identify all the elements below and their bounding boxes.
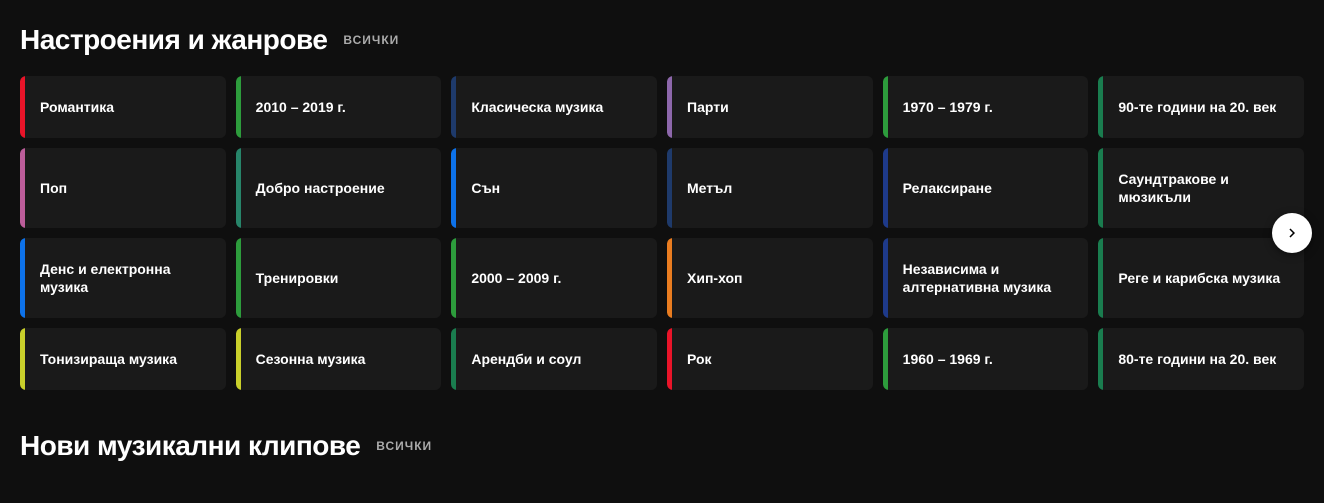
color-bar — [667, 76, 672, 138]
genre-card[interactable]: 80-те години на 20. век — [1098, 328, 1304, 390]
genre-card[interactable]: Класическа музика — [451, 76, 657, 138]
genre-card[interactable]: Тренировки — [236, 238, 442, 318]
color-bar — [236, 328, 241, 390]
genre-label: Класическа музика — [467, 98, 603, 116]
color-bar — [451, 238, 456, 318]
color-bar — [236, 148, 241, 228]
section-header: Настроения и жанрове ВСИЧКИ — [20, 24, 1304, 56]
color-bar — [451, 76, 456, 138]
color-bar — [451, 148, 456, 228]
genre-label: 2000 – 2009 г. — [467, 269, 561, 287]
color-bar — [20, 76, 25, 138]
genre-label: Хип-хоп — [683, 269, 743, 287]
color-bar — [883, 328, 888, 390]
genre-label: Тренировки — [252, 269, 339, 287]
color-bar — [1098, 328, 1103, 390]
bottom-all-link[interactable]: ВСИЧКИ — [376, 439, 432, 453]
genre-card[interactable]: 90-те години на 20. век — [1098, 76, 1304, 138]
bottom-section-title: Нови музикални клипове — [20, 430, 360, 462]
genre-card[interactable]: Сън — [451, 148, 657, 228]
genre-label: Метъл — [683, 179, 732, 197]
genre-label: 90-те години на 20. век — [1114, 98, 1276, 116]
genre-label: 80-те години на 20. век — [1114, 350, 1276, 368]
genre-card[interactable]: Релаксиране — [883, 148, 1089, 228]
section-title: Настроения и жанрове — [20, 24, 327, 56]
genre-card[interactable]: Денс и електронна музика — [20, 238, 226, 318]
color-bar — [20, 238, 25, 318]
color-bar — [667, 148, 672, 228]
genre-label: Независима и алтернативна музика — [899, 260, 1073, 296]
genre-label: Парти — [683, 98, 729, 116]
chevron-right-icon — [1283, 224, 1301, 242]
genre-label: Сезонна музика — [252, 350, 366, 368]
color-bar — [667, 238, 672, 318]
moods-genres-section: Настроения и жанрове ВСИЧКИ Романтика 20… — [0, 0, 1324, 406]
genre-card[interactable]: Независима и алтернативна музика — [883, 238, 1089, 318]
genre-card[interactable]: 1970 – 1979 г. — [883, 76, 1089, 138]
color-bar — [451, 328, 456, 390]
genre-label: Денс и електронна музика — [36, 260, 210, 296]
genre-label: Релаксиране — [899, 179, 992, 197]
genre-label: 1970 – 1979 г. — [899, 98, 993, 116]
color-bar — [883, 148, 888, 228]
genre-card[interactable]: Романтика — [20, 76, 226, 138]
genre-card[interactable]: Поп — [20, 148, 226, 228]
color-bar — [1098, 148, 1103, 228]
genre-label: Добро настроение — [252, 179, 385, 197]
color-bar — [883, 76, 888, 138]
genre-card[interactable]: Сезонна музика — [236, 328, 442, 390]
genre-card[interactable]: 1960 – 1969 г. — [883, 328, 1089, 390]
color-bar — [236, 76, 241, 138]
color-bar — [236, 238, 241, 318]
color-bar — [883, 238, 888, 318]
color-bar — [20, 148, 25, 228]
genre-label: Арендби и соул — [467, 350, 581, 368]
next-button[interactable] — [1272, 213, 1312, 253]
genre-label: Тонизираща музика — [36, 350, 177, 368]
genre-card[interactable]: Реге и карибска музика — [1098, 238, 1304, 318]
genre-label: 2010 – 2019 г. — [252, 98, 346, 116]
genre-label: Рок — [683, 350, 712, 368]
genre-card[interactable]: Саундтракове и мюзикъли — [1098, 148, 1304, 228]
genre-label: Сън — [467, 179, 500, 197]
genre-grid: Романтика 2010 – 2019 г. Класическа музи… — [20, 76, 1304, 390]
genre-label: 1960 – 1969 г. — [899, 350, 993, 368]
color-bar — [667, 328, 672, 390]
genre-label: Саундтракове и мюзикъли — [1114, 170, 1288, 206]
genre-label: Поп — [36, 179, 67, 197]
color-bar — [20, 328, 25, 390]
genre-label: Романтика — [36, 98, 114, 116]
all-link[interactable]: ВСИЧКИ — [343, 33, 399, 47]
genre-card[interactable]: Тонизираща музика — [20, 328, 226, 390]
color-bar — [1098, 76, 1103, 138]
genre-label: Реге и карибска музика — [1114, 269, 1280, 287]
genre-card[interactable]: Парти — [667, 76, 873, 138]
genre-card[interactable]: Арендби и соул — [451, 328, 657, 390]
genre-card[interactable]: 2000 – 2009 г. — [451, 238, 657, 318]
genre-card[interactable]: Рок — [667, 328, 873, 390]
genre-card[interactable]: Хип-хоп — [667, 238, 873, 318]
genre-card[interactable]: Добро настроение — [236, 148, 442, 228]
color-bar — [1098, 238, 1103, 318]
genre-card[interactable]: 2010 – 2019 г. — [236, 76, 442, 138]
genre-grid-container: Романтика 2010 – 2019 г. Класическа музи… — [20, 76, 1304, 390]
new-music-videos-section: Нови музикални клипове ВСИЧКИ — [0, 406, 1324, 498]
genre-card[interactable]: Метъл — [667, 148, 873, 228]
bottom-section-header: Нови музикални клипове ВСИЧКИ — [20, 430, 1304, 462]
